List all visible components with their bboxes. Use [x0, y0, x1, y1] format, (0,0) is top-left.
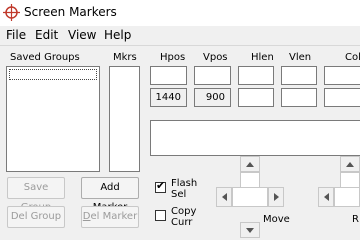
hlen-field-2[interactable] [238, 88, 274, 107]
resize-left-button[interactable] [318, 187, 334, 207]
list-focus-row [9, 69, 97, 80]
hpos-readout: 1440 [150, 88, 187, 107]
resize-label: R [352, 214, 359, 225]
vlen-field-2[interactable] [281, 88, 317, 107]
menu-edit[interactable]: Edit [35, 28, 58, 42]
hpos-input[interactable] [150, 66, 187, 85]
resize-horizontal-track[interactable] [334, 187, 360, 207]
color-field-2[interactable] [324, 88, 360, 107]
del-marker-label-a: D [82, 211, 91, 222]
copy-curr-label-1: Copy [171, 206, 197, 217]
markers-list[interactable] [109, 66, 140, 172]
description-box[interactable] [150, 120, 360, 156]
crosshair-icon [3, 4, 20, 21]
save-group-button[interactable]: Save Group [7, 177, 65, 213]
move-up-button[interactable] [240, 156, 260, 172]
del-group-label: Del Group [10, 211, 62, 222]
window-title: Screen Markers [24, 5, 117, 19]
hlen-header: Hlen [251, 52, 274, 63]
markers-label: Mkrs [113, 52, 137, 63]
flash-sel-label-1: Flash [171, 178, 198, 189]
move-left-button[interactable] [216, 187, 232, 207]
arrow-left-icon [324, 193, 329, 201]
arrow-down-icon [246, 228, 254, 233]
arrow-up-icon [246, 162, 254, 167]
color-input[interactable] [324, 66, 360, 85]
menu-file[interactable]: File [6, 28, 26, 42]
saved-groups-label: Saved Groups [10, 52, 80, 63]
flash-sel-label-2: Sel [171, 189, 187, 200]
flash-sel-checkbox[interactable]: ✔ [155, 179, 166, 193]
hpos-header: Hpos [160, 52, 186, 63]
arrow-up-icon [346, 162, 354, 167]
copy-curr-label-2: Curr [171, 217, 193, 228]
move-horizontal-track[interactable] [232, 187, 268, 207]
vlen-header: Vlen [289, 52, 312, 63]
move-label: Move [263, 214, 290, 225]
arrow-left-icon [222, 193, 227, 201]
add-marker-button[interactable]: Add Marker [81, 177, 139, 213]
menu-view[interactable]: View [68, 28, 96, 42]
arrow-right-icon [274, 193, 279, 201]
del-group-button[interactable]: Del Group [7, 206, 65, 228]
vpos-readout: 900 [194, 88, 231, 107]
copy-curr-checkbox[interactable] [155, 210, 166, 221]
resize-up-button[interactable] [340, 156, 360, 172]
vlen-input[interactable] [281, 66, 317, 85]
hlen-input[interactable] [238, 66, 274, 85]
move-down-button[interactable] [240, 222, 260, 238]
del-marker-label-b: el Marker [90, 211, 138, 222]
del-marker-button[interactable]: Del Marker [81, 206, 139, 228]
vpos-input[interactable] [194, 66, 231, 85]
saved-groups-list[interactable] [6, 66, 100, 172]
move-right-button[interactable] [268, 187, 284, 207]
vpos-header: Vpos [203, 52, 228, 63]
save-group-label-a: Save [23, 182, 49, 193]
add-marker-label-a: Add [100, 182, 120, 193]
check-mark-icon: ✔ [156, 179, 166, 192]
color-header: Colo [345, 52, 360, 63]
menu-help[interactable]: Help [104, 28, 131, 42]
menu-divider [0, 45, 360, 46]
